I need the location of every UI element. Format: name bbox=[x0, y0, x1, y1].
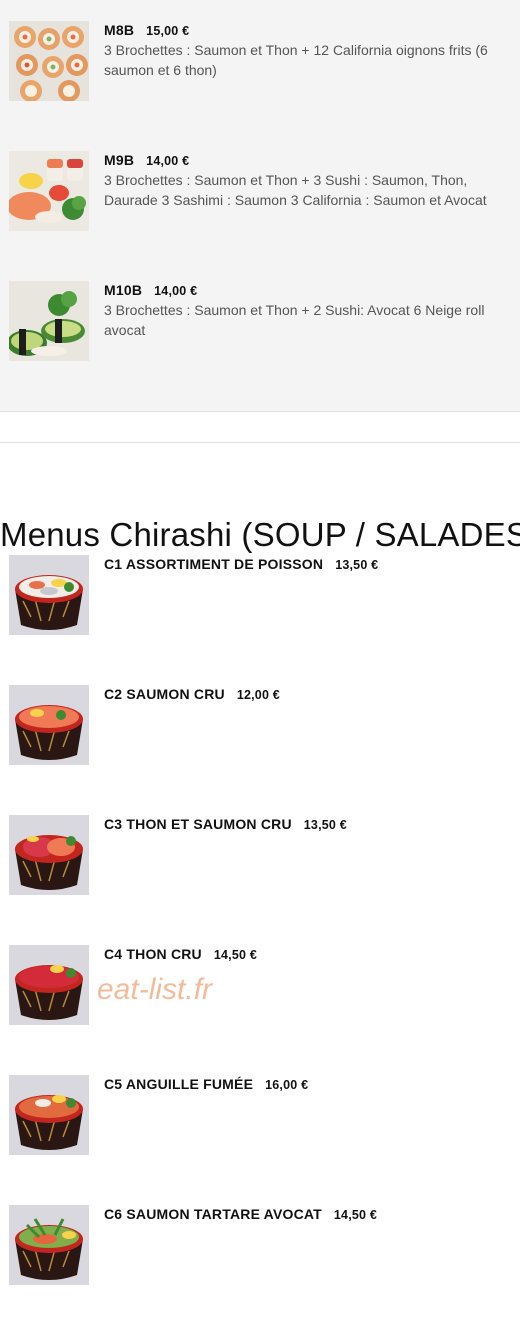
item-price: 13,50 € bbox=[303, 818, 347, 832]
section-title: Menus Chirashi (SOUP / SALADES) bbox=[0, 516, 520, 554]
section-divider bbox=[0, 442, 520, 443]
chirashi-bowl-photo bbox=[9, 945, 89, 1025]
item-heading: M10B 14,00 € bbox=[104, 282, 514, 298]
item-name: C4 THON CRU bbox=[104, 946, 202, 962]
menu-item-m8b[interactable]: M8B 15,00 € 3 Brochettes : Saumon et Thon… bbox=[9, 21, 514, 111]
item-code: M8B bbox=[104, 22, 135, 38]
item-price: 14,50 € bbox=[213, 948, 257, 962]
menu-item-c1[interactable]: C1 ASSORTIMENT DE POISSON 13,50 € bbox=[9, 555, 514, 645]
menu-item-m9b[interactable]: M9B 14,00 € 3 Brochettes : Saumon et Thon… bbox=[9, 151, 514, 241]
item-heading: M9B 14,00 € bbox=[104, 152, 514, 168]
item-heading: M8B 15,00 € bbox=[104, 22, 514, 38]
chirashi-bowl-photo bbox=[9, 815, 89, 895]
item-code: M9B bbox=[104, 152, 135, 168]
item-name: C2 SAUMON CRU bbox=[104, 686, 225, 702]
item-heading: C3 THON ET SAUMON CRU 13,50 € bbox=[104, 816, 514, 832]
item-name: C5 ANGUILLE FUMÉE bbox=[104, 1076, 254, 1092]
item-price: 14,50 € bbox=[333, 1208, 378, 1222]
item-heading: C5 ANGUILLE FUMÉE 16,00 € bbox=[104, 1076, 514, 1092]
item-price: 14,00 € bbox=[154, 284, 198, 298]
watermark: eat-list.fr bbox=[97, 973, 213, 1006]
chirashi-bowl-photo bbox=[9, 1205, 89, 1285]
california-roll-photo bbox=[9, 21, 89, 101]
item-name: C3 THON ET SAUMON CRU bbox=[104, 816, 292, 832]
item-name: C6 SAUMON TARTARE AVOCAT bbox=[104, 1206, 322, 1222]
item-price: 14,00 € bbox=[146, 154, 190, 168]
chirashi-bowl-photo bbox=[9, 555, 89, 635]
item-heading: C6 SAUMON TARTARE AVOCAT 14,50 € bbox=[104, 1206, 514, 1222]
item-description: 3 Brochettes : Saumon et Thon + 2 Sushi:… bbox=[104, 302, 485, 338]
item-code: M10B bbox=[104, 282, 143, 298]
item-price: 12,00 € bbox=[236, 688, 280, 702]
avocado-sushi-photo bbox=[9, 281, 89, 361]
menu-item-c4[interactable]: C4 THON CRU 14,50 € bbox=[9, 945, 514, 1035]
item-heading: C1 ASSORTIMENT DE POISSON 13,50 € bbox=[104, 556, 514, 572]
item-price: 15,00 € bbox=[146, 24, 190, 38]
sushi-sashimi-photo bbox=[9, 151, 89, 231]
item-price: 16,00 € bbox=[265, 1078, 309, 1092]
item-price: 13,50 € bbox=[335, 558, 379, 572]
menu-item-c3[interactable]: C3 THON ET SAUMON CRU 13,50 € bbox=[9, 815, 514, 905]
item-description: 3 Brochettes : Saumon et Thon + 3 Sushi … bbox=[104, 172, 487, 208]
item-description: 3 Brochettes : Saumon et Thon + 12 Calif… bbox=[104, 42, 488, 78]
menu-item-m10b[interactable]: M10B 14,00 € 3 Brochettes : Saumon et Tho… bbox=[9, 281, 514, 371]
chirashi-bowl-photo bbox=[9, 1075, 89, 1155]
menu-item-c6[interactable]: C6 SAUMON TARTARE AVOCAT 14,50 € bbox=[9, 1205, 514, 1295]
menu-item-c2[interactable]: C2 SAUMON CRU 12,00 € bbox=[9, 685, 514, 775]
menu-item-c5[interactable]: C5 ANGUILLE FUMÉE 16,00 € bbox=[9, 1075, 514, 1165]
chirashi-bowl-photo bbox=[9, 685, 89, 765]
item-name: C1 ASSORTIMENT DE POISSON bbox=[104, 556, 324, 572]
item-heading: C2 SAUMON CRU 12,00 € bbox=[104, 686, 514, 702]
item-heading: C4 THON CRU 14,50 € bbox=[104, 946, 514, 962]
